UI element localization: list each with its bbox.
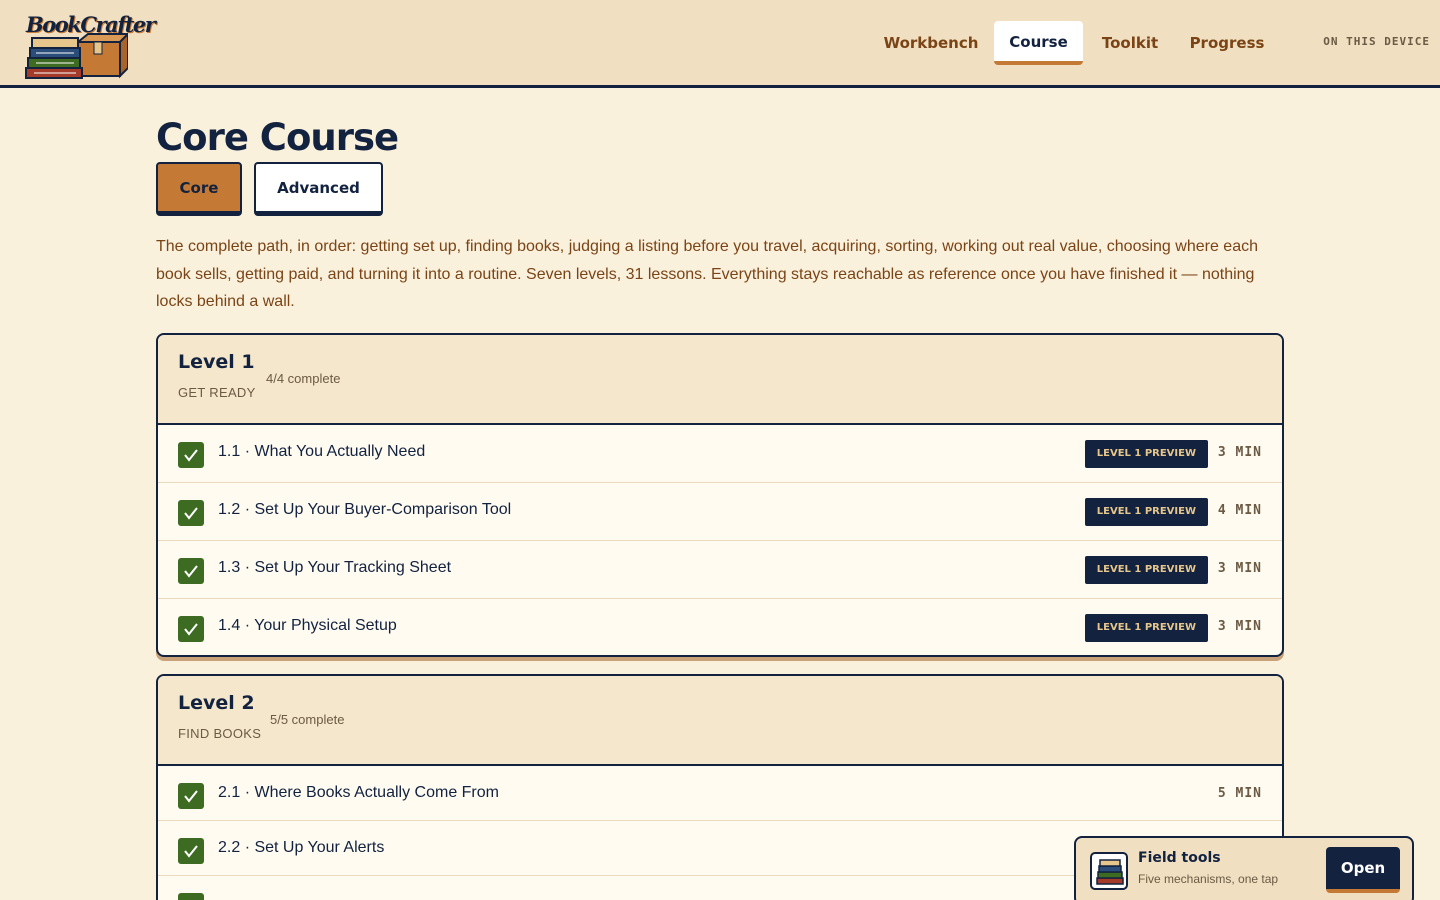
- level-title: Level 2: [178, 692, 255, 714]
- open-field-tools-button[interactable]: Open: [1326, 847, 1400, 893]
- books-box-icon: [25, 32, 128, 79]
- lesson-title[interactable]: 1.2 · Set Up Your Buyer-Comparison Tool: [218, 501, 511, 519]
- check-icon[interactable]: [178, 616, 204, 642]
- lesson-row[interactable]: 2.1 · Where Books Actually Come From 5 M…: [158, 766, 1282, 821]
- check-icon[interactable]: [178, 558, 204, 584]
- course-intro: The complete path, in order: getting set…: [156, 238, 1258, 310]
- level-subtitle: GET READY: [178, 385, 256, 400]
- level-subtitle: FIND BOOKS: [178, 726, 262, 741]
- tab-advanced[interactable]: Advanced: [254, 162, 383, 216]
- lesson-row[interactable]: 1.1 · What You Actually Need LEVEL 1 PRE…: [158, 425, 1282, 483]
- preview-badge: LEVEL 1 PREVIEW: [1084, 440, 1208, 468]
- bookcrafter-logo[interactable]: BookCrafter: [24, 12, 156, 79]
- lesson-title[interactable]: 2.1 · Where Books Actually Come From: [218, 784, 499, 802]
- check-icon[interactable]: [178, 893, 204, 900]
- lesson-title[interactable]: 1.3 · Set Up Your Tracking Sheet: [218, 559, 451, 577]
- check-icon[interactable]: [178, 838, 204, 864]
- preview-badge: LEVEL 1 PREVIEW: [1084, 498, 1208, 526]
- lesson-duration: 4 MIN: [1217, 503, 1262, 518]
- nav-toolkit[interactable]: Toolkit: [1090, 21, 1170, 65]
- lesson-title[interactable]: 2.2 · Set Up Your Alerts: [218, 839, 384, 857]
- level-progress: 5/5 complete: [270, 712, 345, 727]
- lesson-row[interactable]: 1.3 · Set Up Your Tracking Sheet LEVEL 1…: [158, 541, 1282, 599]
- nav-course[interactable]: Course: [994, 21, 1083, 65]
- lesson-duration: 5 MIN: [1217, 786, 1262, 801]
- preview-badge: LEVEL 1 PREVIEW: [1084, 614, 1208, 642]
- lesson-row[interactable]: 1.2 · Set Up Your Buyer-Comparison Tool …: [158, 483, 1282, 541]
- books-icon: [1090, 852, 1128, 890]
- level-2-header[interactable]: Level 2 FIND BOOKS 5/5 complete: [158, 676, 1282, 766]
- level-1-card: Level 1 GET READY 4/4 complete 1.1 · Wha…: [156, 333, 1284, 657]
- field-tools-subtitle: Five mechanisms, one tap: [1138, 872, 1279, 886]
- device-storage-label: ON THIS DEVICE: [1323, 35, 1430, 48]
- check-icon[interactable]: [178, 500, 204, 526]
- tab-core[interactable]: Core: [156, 162, 242, 216]
- nav-progress[interactable]: Progress: [1180, 21, 1274, 65]
- level-title: Level 1: [178, 351, 255, 373]
- nav-workbench[interactable]: Workbench: [870, 21, 992, 65]
- top-bar: BookCrafter Workbench Course Toolkit Pro…: [0, 0, 1440, 88]
- lesson-duration: 3 MIN: [1217, 619, 1262, 634]
- check-icon[interactable]: [178, 783, 204, 809]
- lesson-title[interactable]: 1.4 · Your Physical Setup: [218, 617, 397, 635]
- preview-badge: LEVEL 1 PREVIEW: [1084, 556, 1208, 584]
- field-tools-panel: Field tools Five mechanisms, one tap Ope…: [1074, 836, 1414, 900]
- level-1-header[interactable]: Level 1 GET READY 4/4 complete: [158, 335, 1282, 425]
- level-progress: 4/4 complete: [266, 371, 341, 386]
- lesson-duration: 3 MIN: [1217, 445, 1262, 460]
- page-title: Core Course: [156, 116, 399, 159]
- lesson-title[interactable]: 1.1 · What You Actually Need: [218, 443, 425, 461]
- lesson-row[interactable]: 1.4 · Your Physical Setup LEVEL 1 PREVIE…: [158, 599, 1282, 655]
- check-icon[interactable]: [178, 442, 204, 468]
- lesson-duration: 3 MIN: [1217, 561, 1262, 576]
- field-tools-title: Field tools: [1138, 850, 1221, 866]
